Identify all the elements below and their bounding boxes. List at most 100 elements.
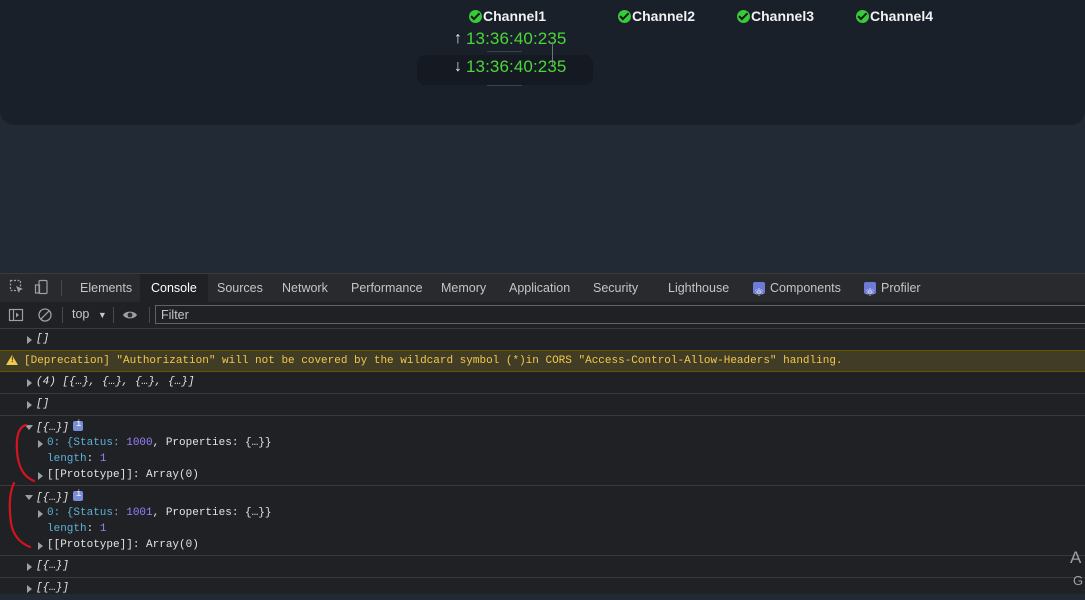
message-head: [{…}] xyxy=(36,419,84,434)
filter-input[interactable] xyxy=(155,305,1085,324)
expand-icon[interactable] xyxy=(27,336,32,344)
console-message[interactable]: (4) [{…}, {…}, {…}, {…}] xyxy=(0,372,1085,394)
tab-profiler-label: Profiler xyxy=(881,281,921,295)
separator xyxy=(149,307,150,323)
dropdown-arrow-icon: ▼ xyxy=(97,310,107,320)
channel-label: Channel3 xyxy=(751,8,815,24)
channel-2[interactable]: Channel2 xyxy=(618,8,695,24)
length-line: length: 1 xyxy=(47,453,107,465)
react-icon xyxy=(753,279,765,307)
collapse-icon[interactable] xyxy=(25,425,33,430)
tab-sources[interactable]: Sources xyxy=(217,274,263,302)
length-value: 1 xyxy=(99,523,107,535)
check-icon xyxy=(856,9,869,23)
eye-icon[interactable] xyxy=(122,307,138,323)
check-icon xyxy=(737,9,750,23)
react-icon xyxy=(864,279,876,307)
tab-memory[interactable]: Memory xyxy=(441,274,486,302)
console-message-expanded[interactable]: [{…}] 0: {Status: 1000, Properties: {…}}… xyxy=(0,416,1085,486)
item-suffix: , Properties: {…}} xyxy=(152,437,272,449)
console-output: [] [Deprecation] "Authorization" will no… xyxy=(0,329,1085,594)
message-text: [{…}] xyxy=(36,560,70,572)
clear-console-icon[interactable] xyxy=(37,307,53,323)
channel-1[interactable]: Channel1 xyxy=(469,8,546,24)
arrow-up-icon: ↑ xyxy=(454,30,462,47)
message-head: [{…}] xyxy=(36,489,84,504)
expand-icon[interactable] xyxy=(38,542,43,550)
item-prefix: 0: {Status: xyxy=(47,507,127,519)
prototype-line: [[Prototype]]: Array(0) xyxy=(47,469,199,481)
devtools-tabbar: Elements Console Sources Network Perform… xyxy=(0,273,1085,307)
expand-icon[interactable] xyxy=(27,563,32,571)
channel-4[interactable]: Channel4 xyxy=(856,8,933,24)
tab-elements[interactable]: Elements xyxy=(80,274,132,302)
device-toggle-icon[interactable] xyxy=(34,279,50,295)
tab-components[interactable]: Components xyxy=(753,274,841,307)
tab-lighthouse[interactable]: Lighthouse xyxy=(668,274,729,302)
context-selector[interactable]: top ▼ xyxy=(72,307,107,321)
console-message[interactable]: [{…}] xyxy=(0,578,1085,600)
status-value: 1001 xyxy=(126,507,153,519)
tab-performance[interactable]: Performance xyxy=(351,274,423,302)
separator xyxy=(113,307,114,323)
check-icon xyxy=(618,9,631,23)
console-toolbar: top ▼ xyxy=(0,302,1085,329)
message-text: [] xyxy=(36,333,50,345)
tab-application[interactable]: Application xyxy=(509,274,570,302)
watermark-text: G xyxy=(1073,573,1084,588)
message-text: (4) [{…}, {…}, {…}, {…}] xyxy=(36,376,195,388)
warning-text: [Deprecation] "Authorization" will not b… xyxy=(24,355,843,367)
console-message-expanded[interactable]: [{…}] 0: {Status: 1001, Properties: {…}}… xyxy=(0,486,1085,556)
time-down-row: ↓ 13:36:40:235 xyxy=(450,57,566,77)
channel-panel: Channel1 Channel2 Channel3 Channel4 ↑ 13… xyxy=(0,0,1085,125)
tab-console[interactable]: Console xyxy=(140,274,208,302)
channel-3[interactable]: Channel3 xyxy=(737,8,814,24)
message-text: [{…}] xyxy=(36,582,70,594)
watermark-text: A xyxy=(1070,548,1082,567)
tab-security[interactable]: Security xyxy=(593,274,638,302)
devtools-panel: Elements Console Sources Network Perform… xyxy=(0,273,1085,594)
sidebar-toggle-icon[interactable] xyxy=(8,307,24,323)
tab-profiler[interactable]: Profiler xyxy=(864,274,921,307)
array-item: 0: {Status: 1001, Properties: {…}} xyxy=(47,507,271,519)
context-label: top xyxy=(72,307,90,321)
app-area: Channel1 Channel2 Channel3 Channel4 ↑ 13… xyxy=(0,0,1085,273)
tab-components-label: Components xyxy=(770,281,841,295)
separator xyxy=(61,280,62,296)
console-message[interactable]: [{…}] xyxy=(0,556,1085,578)
console-message[interactable]: [] xyxy=(0,329,1085,351)
info-icon xyxy=(73,419,84,431)
warning-message[interactable]: [Deprecation] "Authorization" will not b… xyxy=(0,350,1085,372)
expand-icon[interactable] xyxy=(38,440,43,448)
expand-icon[interactable] xyxy=(27,379,32,387)
length-key: length xyxy=(47,453,87,465)
expand-icon[interactable] xyxy=(38,472,43,480)
message-head-text: [{…}] xyxy=(36,492,70,504)
collapse-icon[interactable] xyxy=(25,495,33,500)
time-up-row: ↑ 13:36:40:235 xyxy=(450,29,566,49)
status-value: 1000 xyxy=(126,437,153,449)
divider xyxy=(487,85,522,86)
array-item: 0: {Status: 1000, Properties: {…}} xyxy=(47,437,271,449)
tab-network[interactable]: Network xyxy=(282,274,328,302)
length-key: length xyxy=(47,523,87,535)
inspect-element-icon[interactable] xyxy=(9,279,25,295)
message-head-text: [{…}] xyxy=(36,422,70,434)
length-line: length: 1 xyxy=(47,523,107,535)
prototype-line: [[Prototype]]: Array(0) xyxy=(47,539,199,551)
expand-icon[interactable] xyxy=(27,401,32,409)
console-message[interactable]: [] xyxy=(0,394,1085,416)
item-prefix: 0: {Status: xyxy=(47,437,127,449)
time-down: 13:36:40:235 xyxy=(466,57,567,76)
channel-label: Channel2 xyxy=(632,8,696,24)
channel-label: Channel4 xyxy=(870,8,934,24)
check-icon xyxy=(469,9,482,23)
separator xyxy=(62,307,63,323)
item-suffix: , Properties: {…}} xyxy=(152,507,272,519)
expand-icon[interactable] xyxy=(27,585,32,593)
arrow-down-icon: ↓ xyxy=(454,58,462,75)
length-value: 1 xyxy=(99,453,107,465)
channel-label: Channel1 xyxy=(483,8,547,24)
message-text: [] xyxy=(36,398,50,410)
expand-icon[interactable] xyxy=(38,510,43,518)
